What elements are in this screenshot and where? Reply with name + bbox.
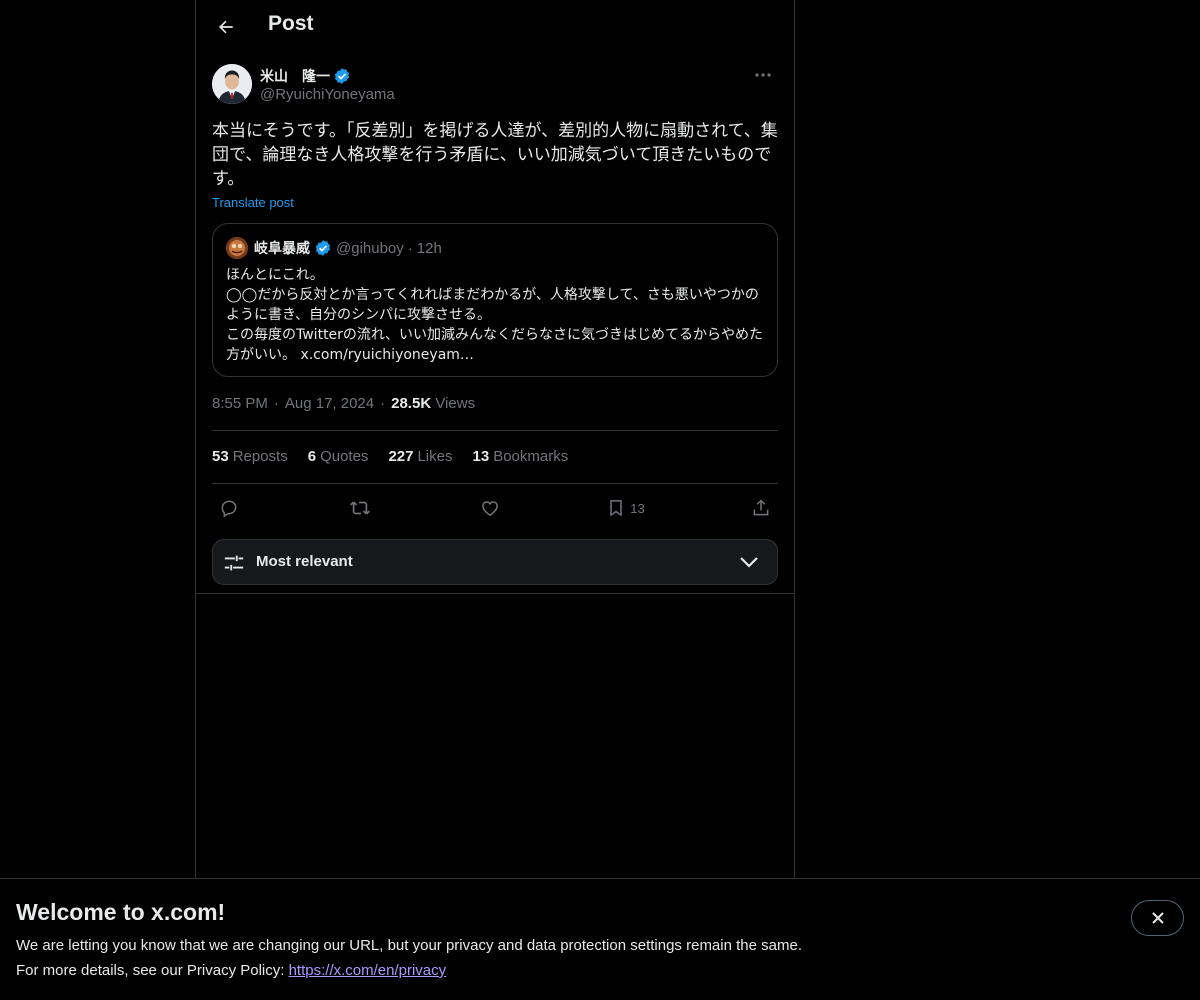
verified-badge-icon	[315, 240, 331, 256]
chevron-down-icon	[740, 557, 758, 568]
post-text: 本当にそうです。「反差別」を掲げる人達が、差別的人物に扇動されて、集団で、論理な…	[212, 121, 778, 189]
quotes-stat[interactable]: 6 Quotes	[308, 448, 369, 465]
bookmark-count: 13	[630, 500, 645, 516]
bookmarks-stat[interactable]: 13 Bookmarks	[473, 448, 569, 465]
sliders-icon	[224, 555, 244, 571]
post-time[interactable]: 8:55 PM	[212, 395, 268, 412]
quoted-handle: @gihuboy	[336, 239, 404, 257]
reply-icon	[221, 500, 237, 518]
repost-icon	[349, 501, 370, 515]
sort-label: Most relevant	[256, 553, 353, 570]
post-author: 米山 隆一 @RyuichiYoneyama	[212, 64, 780, 108]
share-button[interactable]	[744, 492, 778, 524]
display-name-text: 米山 隆一	[260, 69, 330, 85]
divider	[212, 430, 778, 431]
privacy-policy-link[interactable]: https://x.com/en/privacy	[289, 962, 447, 979]
banner-message: We are letting you know that we are chan…	[16, 937, 802, 954]
reposts-stat[interactable]: 53 Reposts	[212, 448, 288, 465]
post-meta: 8:55 PM · Aug 17, 2024 · 28.5K Views	[212, 395, 475, 412]
separator-dot: ·	[273, 395, 279, 412]
banner-privacy-prefix: For more details, see our Privacy Policy…	[16, 962, 289, 979]
separator-dot: ·	[407, 239, 413, 257]
like-icon	[482, 501, 498, 516]
banner-title: Welcome to x.com!	[16, 899, 226, 925]
display-name[interactable]: 米山 隆一	[260, 66, 351, 86]
back-arrow-icon	[219, 20, 233, 34]
translate-post-link[interactable]: Translate post	[212, 195, 294, 210]
handle[interactable]: @RyuichiYoneyama	[260, 86, 395, 103]
verified-badge-icon	[334, 68, 350, 84]
repost-button[interactable]	[343, 492, 377, 524]
bookmark-icon	[610, 500, 623, 517]
action-bar: 13	[212, 492, 778, 524]
divider	[196, 593, 794, 594]
back-button[interactable]	[208, 9, 244, 45]
engagement-stats: 53 Reposts 6 Quotes 227 Likes 13 Bookmarks	[212, 448, 568, 465]
banner-privacy-line: For more details, see our Privacy Policy…	[16, 962, 446, 979]
share-icon	[753, 499, 769, 516]
more-icon	[755, 73, 771, 77]
bookmark-button[interactable]: 13	[604, 492, 648, 524]
more-button[interactable]	[746, 64, 780, 86]
quoted-post[interactable]: 岐阜暴威 @gihuboy · 12h ほんとにこれ。 ◯◯だから反対とか言って…	[212, 223, 778, 377]
reply-sort-dropdown[interactable]: Most relevant	[212, 539, 778, 585]
post-date[interactable]: Aug 17, 2024	[285, 395, 374, 412]
divider	[212, 483, 778, 484]
separator-dot: ·	[380, 395, 386, 412]
quoted-timestamp: 12h	[416, 239, 442, 257]
views-label: Views	[435, 395, 476, 412]
post-column: Post 米山 隆一 @RyuichiYoneyama 本当にそうです。「反差別…	[195, 0, 795, 880]
likes-stat[interactable]: 227 Likes	[388, 448, 452, 465]
welcome-banner: Welcome to x.com! We are letting you kno…	[0, 878, 1200, 1000]
page-header: Post	[196, 0, 796, 55]
views-count: 28.5K	[391, 395, 432, 412]
reply-button[interactable]	[212, 492, 246, 524]
page-title: Post	[268, 12, 314, 35]
avatar[interactable]	[212, 64, 252, 104]
quoted-post-header: 岐阜暴威 @gihuboy · 12h	[226, 237, 442, 259]
quoted-display-name: 岐阜暴威	[254, 241, 310, 257]
close-icon	[1151, 912, 1164, 924]
quoted-post-text: ほんとにこれ。 ◯◯だから反対とか言ってくれればまだわかるが、人格攻撃して、さも…	[226, 267, 764, 363]
quoted-avatar	[226, 237, 248, 259]
close-banner-button[interactable]	[1131, 900, 1184, 936]
like-button[interactable]	[473, 492, 507, 524]
